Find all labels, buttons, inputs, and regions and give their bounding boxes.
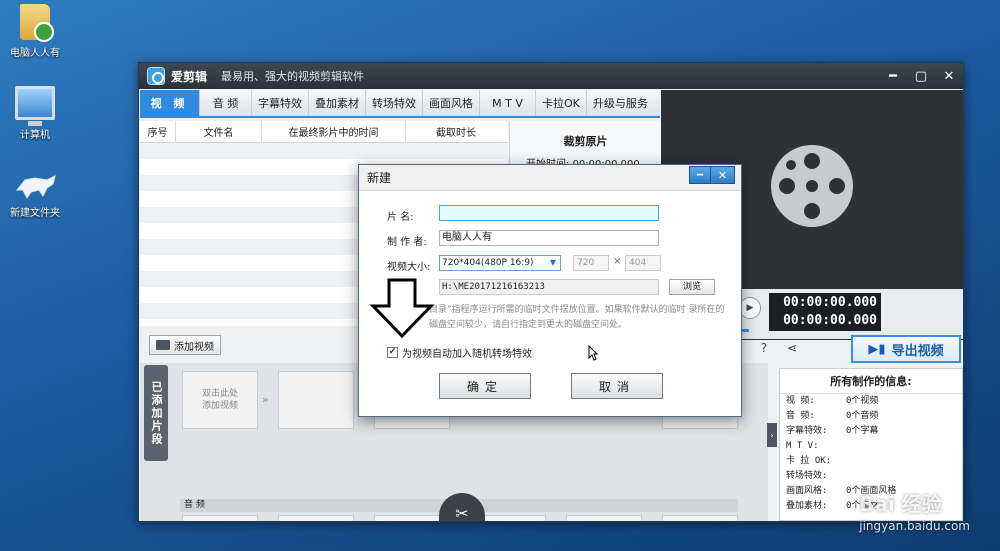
- app-logo-icon: [147, 67, 165, 85]
- added-clips-tab[interactable]: 已添加片段: [144, 365, 168, 461]
- temp-path-hint: 目录”指程序运行所需的临时文件摆放位置。如果软件默认的临时 录所在的磁盘空间较少…: [429, 305, 725, 330]
- tab-upgrade-service[interactable]: 升级与服务: [587, 90, 654, 116]
- collapse-panel-icon[interactable]: ›: [767, 423, 777, 447]
- cancel-button[interactable]: 取消: [571, 373, 663, 399]
- table-row[interactable]: [140, 143, 508, 159]
- name-label: 片 名:: [387, 212, 414, 223]
- export-row: ? ⋖ ▶▮ 导出视频: [743, 335, 963, 363]
- random-transition-checkbox[interactable]: ✔ 为视频自动加入随机转场特效: [387, 345, 532, 360]
- desktop-icon-label: 计算机: [20, 130, 50, 141]
- author-field[interactable]: 电脑人人有: [439, 230, 659, 246]
- current-time: 00:00:00.000: [783, 295, 877, 310]
- crop-panel-title: 裁剪原片: [563, 135, 608, 148]
- desktop-icon-user-folder[interactable]: 电脑人人有: [0, 4, 70, 59]
- video-size-value: 720*404(480P 16:9): [442, 258, 534, 268]
- height-field[interactable]: 404: [625, 255, 661, 271]
- tab-subtitle-effects[interactable]: 字幕特效: [252, 90, 309, 116]
- next-frame-icon[interactable]: ▶: [739, 297, 761, 319]
- mouse-cursor-icon: [588, 345, 598, 361]
- info-panel-title: 所有制作的信息:: [780, 369, 962, 394]
- total-time: 00:00:00.000: [783, 313, 877, 328]
- col-final-time[interactable]: 在最终影片中的时间: [262, 121, 406, 142]
- audio-slot[interactable]: [662, 515, 738, 521]
- folder-user-icon: [20, 4, 54, 42]
- time-display: 00:00:00.000 00:00:00.000: [769, 293, 881, 331]
- author-label: 制 作 者:: [387, 237, 427, 248]
- info-row: M T V:: [786, 441, 819, 451]
- film-icon: [156, 340, 170, 350]
- info-row: 字幕特效: 0个字幕: [786, 426, 879, 436]
- add-video-button[interactable]: 添加视频: [149, 335, 221, 355]
- title-bar[interactable]: 爱剪辑 最易用、强大的视频剪辑软件 ━ ▢ ✕: [139, 63, 963, 89]
- tab-audio[interactable]: 音 频: [200, 90, 252, 116]
- dialog-minimize-button[interactable]: ━: [689, 166, 711, 184]
- chevron-down-icon: ▼: [549, 258, 557, 267]
- col-filename[interactable]: 文件名: [176, 121, 262, 142]
- tab-mtv[interactable]: M T V: [480, 90, 536, 116]
- video-size-select[interactable]: 720*404(480P 16:9) ▼: [439, 255, 561, 271]
- maximize-button[interactable]: ▢: [907, 63, 935, 89]
- temp-path-field[interactable]: H:\ME20171216163213: [439, 279, 659, 295]
- feature-tabs: 视 频 音 频 字幕特效 叠加素材 转场特效 画面风格 M T V 卡拉OK 升…: [140, 90, 660, 118]
- desktop-icon-label: 新建文件夹: [10, 208, 60, 219]
- annotation-down-arrow-icon: [369, 278, 435, 338]
- close-button[interactable]: ✕: [935, 63, 963, 89]
- tab-karaoke[interactable]: 卡拉OK: [536, 90, 587, 116]
- video-size-label: 视频大小:: [387, 262, 431, 273]
- width-field[interactable]: 720: [573, 255, 609, 271]
- checkbox-label: 为视频自动加入随机转场特效: [402, 349, 532, 360]
- dialog-title: 新建: [367, 171, 392, 185]
- tab-transition-effects[interactable]: 转场特效: [366, 90, 423, 116]
- dialog-close-button[interactable]: ✕: [711, 166, 735, 184]
- computer-icon: [15, 86, 55, 126]
- info-row: 音 频: 0个音频: [786, 411, 879, 421]
- baidu-watermark: Bai 经验 jingyan.baidu.com: [859, 492, 970, 533]
- file-table-header: 序号 文件名 在最终影片中的时间 截取时长: [140, 121, 508, 143]
- desktop-icon-computer[interactable]: 计算机: [0, 86, 70, 141]
- add-video-label: 添加视频: [174, 341, 214, 353]
- desktop-icon-new-folder[interactable]: 新建文件夹: [0, 168, 70, 219]
- col-duration[interactable]: 截取时长: [406, 121, 506, 142]
- tab-video[interactable]: 视 频: [140, 90, 200, 116]
- app-name: 爱剪辑: [171, 69, 208, 84]
- info-row: 视 频: 0个视频: [786, 396, 879, 406]
- ok-button[interactable]: 确定: [439, 373, 531, 399]
- tab-overlay-material[interactable]: 叠加素材: [309, 90, 366, 116]
- export-video-button[interactable]: ▶▮ 导出视频: [851, 335, 961, 363]
- minimize-button[interactable]: ━: [879, 63, 907, 89]
- app-slogan: 最易用、强大的视频剪辑软件: [221, 70, 365, 83]
- browse-button[interactable]: 浏览: [669, 279, 715, 295]
- info-row: 卡 拉 OK:: [786, 456, 832, 466]
- share-icon[interactable]: ⋖: [785, 341, 799, 355]
- col-index[interactable]: 序号: [140, 121, 176, 142]
- audio-slot[interactable]: [182, 515, 258, 521]
- film-reel-icon: [771, 145, 853, 227]
- audio-slot[interactable]: [278, 515, 354, 521]
- dialog-title-bar[interactable]: 新建: [359, 165, 741, 191]
- info-row: 转场特效:: [786, 471, 828, 481]
- tiger-folder-icon: [15, 175, 56, 199]
- audio-slot[interactable]: [566, 515, 642, 521]
- help-icon[interactable]: ?: [757, 341, 771, 355]
- export-icon: ▶▮: [868, 341, 886, 357]
- export-label: 导出视频: [891, 343, 944, 359]
- clip-arrow-icon: »: [262, 393, 269, 406]
- clip-slot[interactable]: [278, 371, 354, 429]
- checkbox-check-icon[interactable]: ✔: [387, 347, 398, 358]
- desktop-icon-label: 电脑人人有: [10, 48, 60, 59]
- tab-picture-style[interactable]: 画面风格: [423, 90, 480, 116]
- times-sign: ×: [613, 256, 622, 267]
- clip-slot-add[interactable]: 双击此处 添加视频: [182, 371, 258, 429]
- name-field[interactable]: [439, 205, 659, 221]
